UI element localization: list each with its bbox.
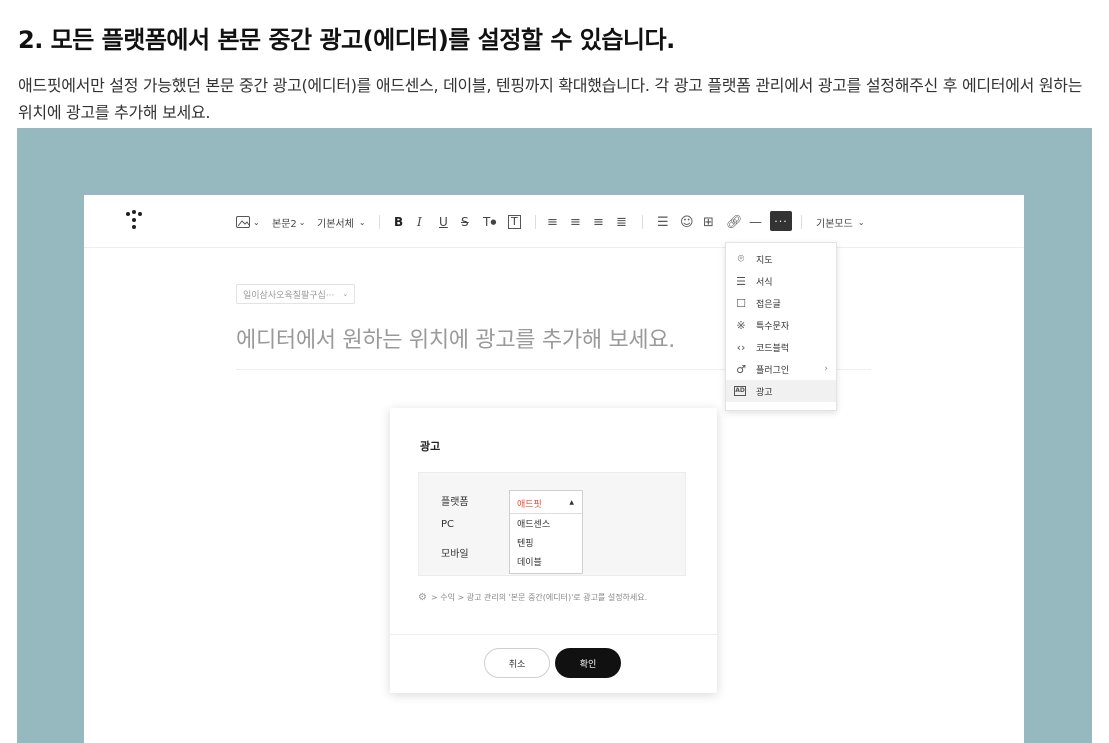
map-pin-icon: ⌾ [737,252,745,265]
menu-item-label: 코드블럭 [756,343,790,354]
font-select[interactable]: 기본서체 ⌄ [317,212,366,232]
emoji-button[interactable]: ☺ [680,212,694,232]
format-icon: ☰ [736,274,746,288]
code-icon: ‹› [736,340,746,354]
underline-button[interactable]: U [439,212,448,232]
settings-note: ⚙ > 수익 > 광고 관리의 '본문 중간(에디터)'로 광고를 설정하세요. [418,592,647,603]
menu-item-label: 접은글 [756,299,781,310]
toolbar-divider [379,215,380,229]
horizontal-rule-icon: — [749,214,762,230]
select-option[interactable]: 애드센스 [517,517,550,530]
caret-up-icon: ▲ [569,499,574,506]
chevron-down-icon: ⌄ [342,290,349,298]
menu-item-label: 서식 [756,277,773,288]
select-divider [510,513,582,514]
table-icon: ⊞ [703,214,714,230]
align-justify-icon: ≣ [616,214,627,230]
chevron-right-icon: › [824,364,828,374]
chevron-down-icon: ⌄ [253,217,260,227]
menu-item-map[interactable]: ⌾ 지도 [726,248,836,270]
toolbar-divider [642,215,643,229]
align-right-icon: ≡ [593,214,604,230]
category-select[interactable]: 일이삼사오육칠팔구십··· ⌄ [236,284,356,304]
toolbar-divider [801,215,802,229]
modal-footer-divider [390,634,717,635]
table-button[interactable]: ⊞ [703,212,714,232]
platform-label: 플랫폼 [441,497,469,508]
cancel-button[interactable]: 취소 [484,648,550,678]
selected-option[interactable]: 애드핏 [517,497,542,510]
select-option[interactable]: 데이블 [517,555,542,568]
platform-select[interactable]: 애드핏 ▲ 애드센스 텐핑 데이블 [509,490,583,574]
list-button[interactable]: ☰ [657,212,669,232]
text-color-label: T [483,215,491,229]
horizontal-rule-button[interactable]: — [749,212,762,232]
menu-item-special-char[interactable]: ※ 특수문자 [726,314,836,336]
menu-item-label: 플러그인 [756,365,790,376]
menu-item-ad[interactable]: AD 광고 [726,380,836,402]
more-menu: ⌾ 지도 ☰ 서식 ☐ 접은글 ※ 특수문자 ‹› 코드블럭 ♂ 플러그인 › … [725,242,837,411]
gear-icon: ⚙ [418,592,427,603]
font-label: 기본서체 [317,218,354,230]
note-text: > 수익 > 광고 관리의 '본문 중간(에디터)'로 광고를 설정하세요. [430,593,648,602]
strikethrough-button[interactable]: S [461,212,469,232]
editor-mode-label: 기본모드 [816,218,853,230]
emoji-icon: ☺ [680,214,694,230]
text-background-button[interactable]: T [508,212,521,232]
toolbar-divider [535,215,536,229]
align-right-button[interactable]: ≡ [593,212,604,232]
chevron-down-icon: ⌄ [298,217,306,227]
align-left-button[interactable]: ≡ [547,212,558,232]
select-option[interactable]: 텐핑 [517,536,534,549]
image-icon [236,216,250,228]
plugin-icon: ♂ [736,362,746,376]
align-justify-button[interactable]: ≣ [616,212,627,232]
menu-item-format[interactable]: ☰ 서식 [726,270,836,292]
pc-label: PC [441,519,455,530]
post-title-input[interactable]: 에디터에서 원하는 위치에 광고를 추가해 보세요. [236,322,675,354]
editor-toolbar: ⌄ 본문2 ⌄ 기본서체 ⌄ B I U S T ● T ≡ ≡ ≡ ≣ ☰ ☺… [84,195,1024,248]
confirm-button[interactable]: 확인 [555,648,621,678]
ad-icon: AD [734,386,746,396]
image-button[interactable]: ⌄ [236,212,260,232]
text-color-button[interactable]: T ● [483,212,496,232]
editor-window: ⌄ 본문2 ⌄ 기본서체 ⌄ B I U S T ● T ≡ ≡ ≡ ≣ ☰ ☺… [84,195,1024,743]
more-icon: ··· [774,214,788,228]
menu-item-fold[interactable]: ☐ 접은글 [726,292,836,314]
list-icon: ☰ [657,214,669,230]
chevron-down-icon: ⌄ [857,217,865,227]
align-center-icon: ≡ [570,214,581,230]
text-background-label: T [508,215,521,229]
align-left-icon: ≡ [547,214,558,230]
ad-settings-panel: 플랫폼 PC 모바일 애드핏 ▲ 애드센스 텐핑 데이블 [418,472,686,576]
special-char-icon: ※ [736,318,746,332]
align-center-button[interactable]: ≡ [570,212,581,232]
menu-item-label: 지도 [756,255,773,266]
menu-item-code-block[interactable]: ‹› 코드블럭 [726,336,836,358]
link-button[interactable]: 🔗︎ [726,212,743,232]
mobile-label: 모바일 [441,549,469,560]
editor-screenshot: ⌄ 본문2 ⌄ 기본서체 ⌄ B I U S T ● T ≡ ≡ ≡ ≣ ☰ ☺… [17,128,1092,743]
section-description: 애드핏에서만 설정 가능했던 본문 중간 광고(에디터)를 애드센스, 데이블,… [18,76,1083,122]
more-button[interactable]: ··· [770,211,792,231]
ad-modal: 광고 플랫폼 PC 모바일 애드핏 ▲ 애드센스 텐핑 데이블 ⚙ > 수익 >… [390,408,717,693]
menu-item-plugin[interactable]: ♂ 플러그인 › [726,358,836,380]
editor-mode-select[interactable]: 기본모드 ⌄ [816,212,865,232]
menu-item-label: 특수문자 [756,321,790,332]
bold-button[interactable]: B [394,212,403,232]
chevron-down-icon: ⌄ [358,217,366,227]
tistory-logo-icon[interactable] [126,210,146,232]
paragraph-style-select[interactable]: 본문2 ⌄ [272,212,305,232]
menu-item-label: 광고 [756,387,773,398]
section-heading: 2. 모든 플랫폼에서 본문 중간 광고(에디터)를 설정할 수 있습니다. [18,26,675,54]
fold-icon: ☐ [736,296,746,310]
modal-title: 광고 [420,440,441,453]
category-label: 일이삼사오육칠팔구십··· [243,290,335,301]
italic-button[interactable]: I [417,212,422,232]
paragraph-style-label: 본문2 [272,218,297,230]
link-icon: 🔗︎ [726,214,743,230]
